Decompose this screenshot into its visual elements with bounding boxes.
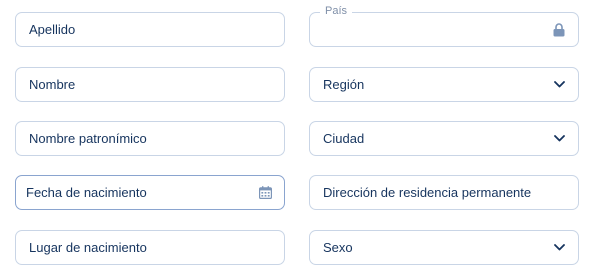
lock-icon (552, 22, 566, 37)
surname-field[interactable]: Apellido (15, 12, 285, 47)
surname-text: Apellido (29, 22, 76, 37)
region-select[interactable]: Región (309, 67, 579, 102)
birth-date-text: Fecha de nacimiento (26, 185, 147, 200)
birth-place-field[interactable]: Lugar de nacimiento (15, 230, 285, 265)
patronymic-text: Nombre patronímico (29, 131, 147, 146)
sex-select[interactable]: Sexo (309, 230, 579, 265)
chevron-down-icon (552, 78, 566, 92)
city-text: Ciudad (323, 131, 365, 146)
country-label: País (320, 5, 353, 17)
country-field: País (309, 5, 579, 47)
name-field[interactable]: Nombre (15, 67, 285, 102)
chevron-down-icon (552, 132, 566, 146)
patronymic-field[interactable]: Nombre patronímico (15, 121, 285, 156)
chevron-down-icon (552, 241, 566, 255)
personal-data-form: Apellido Nombre Nombre patronímico Fecha… (0, 0, 590, 280)
birth-place-text: Lugar de nacimiento (29, 240, 147, 255)
birth-date-field[interactable]: Fecha de nacimiento (15, 175, 285, 210)
residence-text: Dirección de residencia permanente (323, 185, 532, 200)
sex-text: Sexo (323, 240, 353, 255)
city-select[interactable]: Ciudad (309, 121, 579, 156)
calendar-icon[interactable] (258, 186, 272, 200)
residence-field[interactable]: Dirección de residencia permanente (309, 175, 579, 210)
name-text: Nombre (29, 77, 76, 92)
region-text: Región (323, 77, 365, 92)
